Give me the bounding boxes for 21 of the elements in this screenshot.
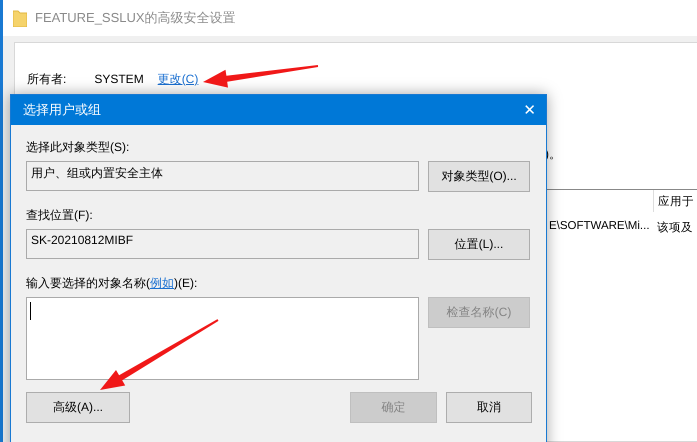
field-label: 输入要选择的对象名称(例如)(E):	[26, 275, 198, 292]
cancel-button[interactable]: 取消	[446, 392, 532, 423]
change-link[interactable]: 更改(C)	[158, 71, 198, 88]
names-input-field[interactable]	[26, 297, 419, 380]
owner-label: 所有者:	[27, 71, 66, 88]
dialog-title: 选择用户或组	[23, 101, 101, 119]
advanced-button[interactable]: 高级(A)...	[26, 392, 130, 423]
object-type-field: 用户、组或内置安全主体	[26, 161, 419, 191]
locations-button[interactable]: 位置(L)...	[428, 229, 530, 260]
table-cell-text: 该项及	[656, 220, 694, 236]
location-field: SK-20210812MIBF	[26, 229, 419, 259]
table-cell-text: E\SOFTWARE\Mi...	[548, 219, 651, 234]
owner-value: SYSTEM	[94, 72, 144, 86]
object-types-button[interactable]: 对象类型(O)...	[428, 161, 530, 192]
field-label: 查找位置(F):	[26, 207, 94, 224]
folder-icon	[13, 10, 27, 26]
example-link[interactable]: 例如	[150, 276, 174, 290]
window-title: FEATURE_SSLUX的高级安全设置	[35, 9, 236, 27]
field-label: 选择此对象类型(S):	[26, 139, 130, 156]
column-header[interactable]: 应用于	[653, 190, 697, 212]
close-button[interactable]: ✕	[523, 101, 536, 119]
